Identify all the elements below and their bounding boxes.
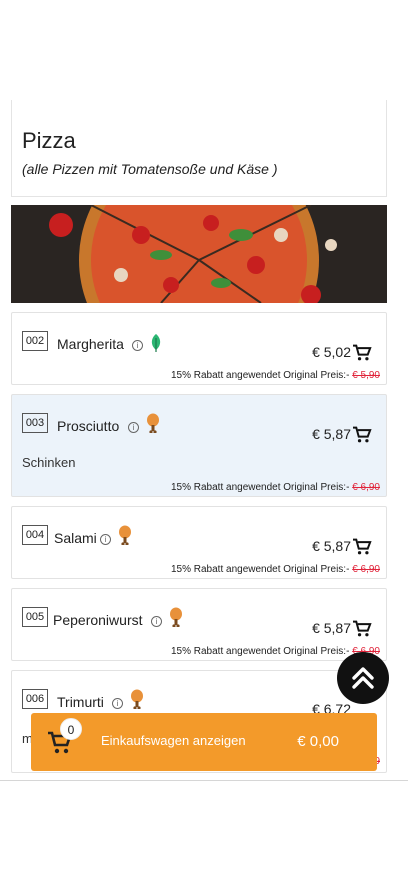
item-description: Schinken [22,455,76,470]
item-price: € 5,87 [312,426,351,442]
item-name: Peperoniwurst [53,612,143,628]
cart-count-badge: 0 [60,718,82,740]
item-name: Margherita [57,336,124,352]
discount-text: 15% Rabatt angewendet Original Preis:- [170,564,353,575]
discount-note: 15% Rabatt angewendet Original Preis:- €… [171,482,380,493]
category-subtitle: (alle Pizzen mit Tomatensoße und Käse ) [22,161,278,177]
pizza-banner-image [11,205,387,303]
item-number: 005 [22,607,48,627]
discount-text: 15% Rabatt angewendet Original Preis:- [170,370,353,381]
item-price: € 5,87 [312,620,351,636]
double-chevron-up-icon [352,667,374,689]
category-header: Pizza (alle Pizzen mit Tomatensoße und K… [11,100,387,197]
scroll-to-top-button[interactable] [337,652,389,704]
item-name: Salami [54,530,97,546]
add-to-cart-icon[interactable] [352,344,372,362]
item-name: Prosciutto [57,418,120,434]
info-icon[interactable]: i [132,340,143,351]
info-icon[interactable]: i [100,534,111,545]
menu-item-prosciutto[interactable]: 003 Prosciutto i € 5,87 Schinken 15% Rab… [11,394,387,497]
drumstick-icon [170,607,182,627]
item-number: 003 [22,413,48,433]
info-icon[interactable]: i [128,422,139,433]
info-icon[interactable]: i [112,698,123,709]
item-number: 002 [22,331,48,351]
discount-note: 15% Rabatt angewendet Original Preis:- €… [171,370,380,381]
item-number: 004 [22,525,48,545]
info-icon[interactable]: i [151,616,162,627]
leaf-icon [151,334,161,352]
menu-item-salami[interactable]: 004 Salami i € 5,87 15% Rabatt angewende… [11,506,387,579]
item-number: 006 [22,689,48,709]
cart-label: Einkaufswagen anzeigen [101,733,246,748]
original-price: € 6,90 [352,482,380,493]
discount-note: 15% Rabatt angewendet Original Preis:- €… [171,564,380,575]
category-title: Pizza [22,128,76,153]
menu-page: Pizza (alle Pizzen mit Tomatensoße und K… [0,0,408,883]
drumstick-icon [119,525,131,545]
add-to-cart-icon[interactable] [352,426,372,444]
menu-item-peperoniwurst[interactable]: 005 Peperoniwurst i € 5,87 15% Rabatt an… [11,588,387,661]
discount-text: 15% Rabatt angewendet Original Preis:- [170,482,353,493]
item-name: Trimurti [57,694,104,710]
drumstick-icon [131,689,143,709]
view-cart-button[interactable]: 0 Einkaufswagen anzeigen € 0,00 [31,713,377,771]
menu-item-margherita[interactable]: 002 Margherita i € 5,02 15% Rabatt angew… [11,312,387,385]
cart-total: € 0,00 [297,733,339,750]
original-price: € 6,90 [352,564,380,575]
add-to-cart-icon[interactable] [352,538,372,556]
drumstick-icon [147,413,159,433]
original-price: € 5,90 [352,370,380,381]
item-price: € 5,87 [312,538,351,554]
item-price: € 5,02 [312,344,351,360]
discount-text: 15% Rabatt angewendet Original Preis:- [170,646,353,657]
add-to-cart-icon[interactable] [352,620,372,638]
footer-divider [0,780,408,781]
